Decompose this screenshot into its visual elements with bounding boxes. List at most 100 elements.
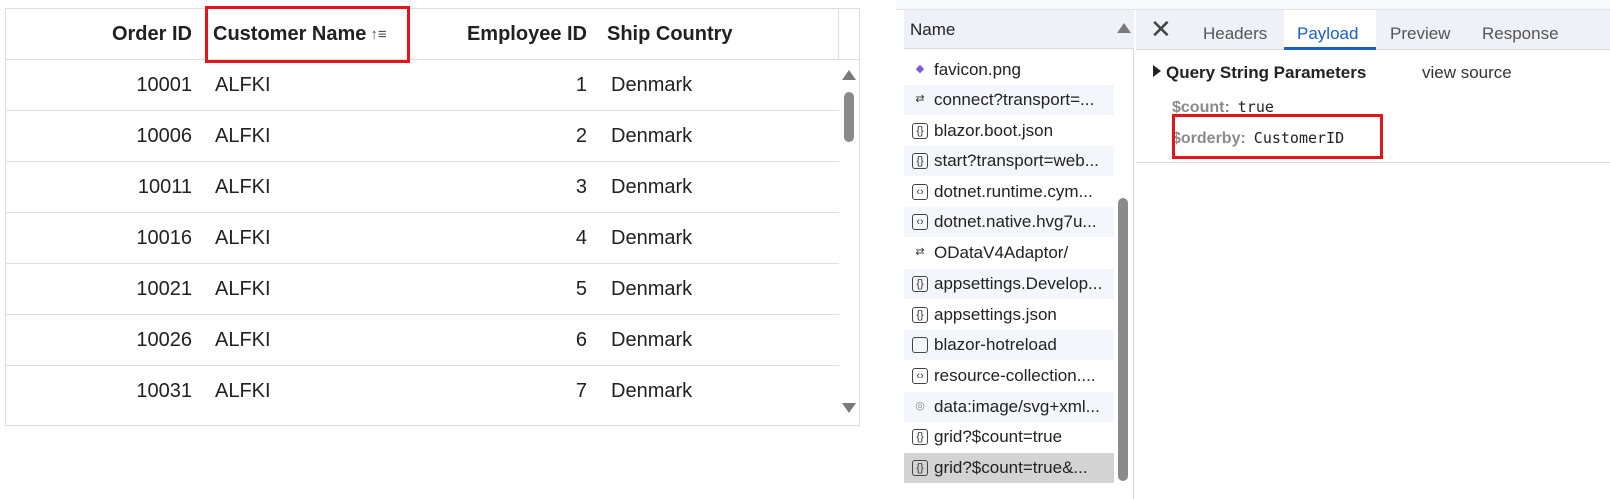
tab-payload[interactable]: Payload bbox=[1284, 10, 1376, 50]
devtools-network-panel: Name ◆ favicon.png ⇄ connect?transport=.… bbox=[896, 0, 1610, 499]
request-name: dotnet.runtime.cym... bbox=[934, 182, 1093, 201]
scroll-thumb[interactable] bbox=[1118, 198, 1128, 481]
table-row[interactable]: 10021 ALFKI 5 Denmark bbox=[6, 264, 839, 315]
cell-employee-id: 1 bbox=[575, 74, 587, 96]
request-row[interactable]: {} appsettings.json bbox=[904, 300, 1114, 330]
header-ship-country-label: Ship Country bbox=[607, 23, 733, 45]
scroll-thumb[interactable] bbox=[844, 92, 854, 142]
name-column-label: Name bbox=[910, 20, 956, 39]
header-ship-country[interactable]: Ship Country bbox=[607, 9, 827, 60]
request-row[interactable]: {} blazor.boot.json bbox=[904, 116, 1114, 146]
request-row[interactable]: {} grid?$count=true bbox=[904, 422, 1114, 452]
table-row[interactable]: 10016 ALFKI 4 Denmark bbox=[6, 213, 839, 264]
cell-order-id: 10021 bbox=[136, 278, 192, 300]
scroll-up-arrow-icon[interactable] bbox=[1117, 23, 1131, 33]
header-divider bbox=[838, 9, 839, 60]
table-row[interactable]: 10011 ALFKI 3 Denmark bbox=[6, 162, 839, 213]
request-name: dotnet.native.hvg7u... bbox=[934, 212, 1097, 231]
header-order-id-label: Order ID bbox=[111, 23, 192, 45]
request-list-scrollbar[interactable] bbox=[1116, 50, 1130, 499]
request-name: favicon.png bbox=[934, 60, 1021, 79]
sort-ascending-icon: ↑≡ bbox=[370, 26, 387, 43]
request-row[interactable]: ⇄ connect?transport=... bbox=[904, 85, 1114, 115]
header-order-id[interactable]: Order ID bbox=[6, 9, 192, 60]
cell-order-id: 10001 bbox=[136, 74, 192, 96]
request-row[interactable]: ‹› dotnet.native.hvg7u... bbox=[904, 207, 1114, 237]
request-row[interactable]: ◎ data:image/svg+xml... bbox=[904, 392, 1114, 422]
cell-customer-name: ALFKI bbox=[215, 125, 271, 147]
request-row[interactable]: ◆ favicon.png bbox=[904, 55, 1114, 85]
websocket-icon: ⇄ bbox=[915, 246, 925, 258]
request-list: Name ◆ favicon.png ⇄ connect?transport=.… bbox=[904, 10, 1134, 499]
request-row[interactable]: ⇄ ODataV4Adaptor/ bbox=[904, 238, 1114, 268]
grid-header: Order ID Customer Name ↑≡ Employee ID Shi… bbox=[6, 6, 859, 63]
grid-vertical-scrollbar[interactable] bbox=[839, 60, 859, 417]
json-icon: {} bbox=[912, 429, 928, 445]
request-name: blazor.boot.json bbox=[934, 121, 1054, 140]
cell-ship-country: Denmark bbox=[611, 380, 693, 402]
request-row[interactable]: ‹› resource-collection.... bbox=[904, 361, 1114, 391]
table-row[interactable]: 10006 ALFKI 2 Denmark bbox=[6, 111, 839, 162]
request-name: grid?$count=true bbox=[934, 427, 1063, 446]
request-row[interactable]: ‹› dotnet.runtime.cym... bbox=[904, 177, 1114, 207]
cell-customer-name: ALFKI bbox=[215, 278, 271, 300]
script-icon: ‹› bbox=[912, 214, 928, 230]
request-name: data:image/svg+xml... bbox=[934, 397, 1100, 416]
image-icon: ◆ bbox=[915, 63, 925, 75]
expand-triangle-icon[interactable] bbox=[1153, 65, 1161, 77]
tab-label: Payload bbox=[1297, 24, 1359, 43]
request-name: blazor-hotreload bbox=[934, 335, 1057, 354]
request-row[interactable]: blazor-hotreload bbox=[904, 330, 1114, 360]
cell-order-id: 10016 bbox=[136, 227, 192, 249]
request-name: grid?$count=true&... bbox=[934, 458, 1088, 477]
cell-order-id: 10011 bbox=[137, 176, 192, 198]
cell-customer-name: ALFKI bbox=[215, 329, 271, 351]
cell-employee-id: 2 bbox=[575, 125, 587, 147]
request-row[interactable]: {} start?transport=web... bbox=[904, 146, 1114, 176]
request-name: connect?transport=... bbox=[934, 90, 1095, 109]
request-name: appsettings.Develop... bbox=[934, 274, 1103, 293]
script-icon: ‹› bbox=[912, 368, 928, 384]
timeline-strip bbox=[896, 0, 1610, 10]
cell-customer-name: ALFKI bbox=[215, 74, 271, 96]
request-row-selected[interactable]: {} grid?$count=true&... bbox=[904, 453, 1114, 483]
cell-ship-country: Denmark bbox=[611, 278, 693, 300]
svg-data-icon: ◎ bbox=[915, 400, 925, 412]
name-column-header[interactable]: Name bbox=[904, 10, 1134, 49]
cell-employee-id: 5 bbox=[575, 278, 587, 300]
header-employee-id[interactable]: Employee ID bbox=[406, 9, 587, 60]
cell-order-id: 10006 bbox=[136, 125, 192, 147]
cell-customer-name: ALFKI bbox=[215, 380, 271, 402]
request-name: start?transport=web... bbox=[934, 151, 1099, 170]
tab-headers[interactable]: Headers bbox=[1203, 10, 1283, 50]
detail-tabs: ✕ Headers Payload Preview Response bbox=[1136, 10, 1610, 50]
cell-ship-country: Denmark bbox=[611, 125, 693, 147]
view-source-link[interactable]: view source bbox=[1422, 63, 1512, 83]
close-icon[interactable]: ✕ bbox=[1150, 16, 1172, 42]
scroll-down-arrow-icon[interactable] bbox=[842, 403, 856, 413]
tab-preview[interactable]: Preview bbox=[1390, 10, 1470, 50]
table-row[interactable]: 10031 ALFKI 7 Denmark bbox=[6, 366, 839, 415]
request-row[interactable]: {} appsettings.Develop... bbox=[904, 269, 1114, 299]
data-grid: Order ID Customer Name ↑≡ Employee ID Shi… bbox=[5, 6, 860, 426]
highlight-box bbox=[1172, 114, 1383, 159]
cell-customer-name: ALFKI bbox=[215, 227, 271, 249]
json-icon: {} bbox=[912, 307, 928, 323]
cell-ship-country: Denmark bbox=[611, 74, 693, 96]
grid-body: 10001 ALFKI 1 Denmark 10006 ALFKI 2 Denm… bbox=[6, 60, 859, 415]
cell-employee-id: 6 bbox=[575, 329, 587, 351]
request-name: ODataV4Adaptor/ bbox=[934, 243, 1069, 262]
json-icon: {} bbox=[912, 276, 928, 292]
table-row[interactable]: 10001 ALFKI 1 Denmark bbox=[6, 60, 839, 111]
cell-ship-country: Denmark bbox=[611, 227, 693, 249]
cell-employee-id: 7 bbox=[575, 380, 587, 402]
section-title[interactable]: Query String Parameters bbox=[1166, 63, 1366, 83]
cell-ship-country: Denmark bbox=[611, 329, 693, 351]
tab-response[interactable]: Response bbox=[1482, 10, 1572, 50]
table-row[interactable]: 10026 ALFKI 6 Denmark bbox=[6, 315, 839, 366]
scroll-up-arrow-icon[interactable] bbox=[842, 70, 856, 80]
cell-employee-id: 4 bbox=[575, 227, 587, 249]
request-name: resource-collection.... bbox=[934, 366, 1096, 385]
header-customer-name[interactable]: Customer Name ↑≡ bbox=[205, 6, 410, 63]
header-customer-name-label: Customer Name bbox=[213, 23, 367, 45]
